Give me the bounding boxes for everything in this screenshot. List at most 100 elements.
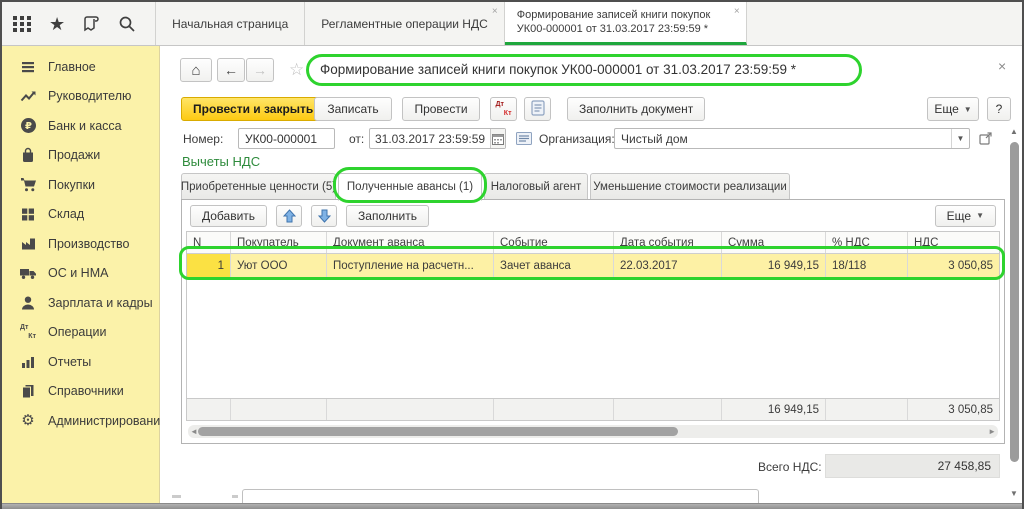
sidebar-item-operations[interactable]: ДтКт Операции xyxy=(2,318,159,348)
close-icon[interactable]: × xyxy=(734,7,740,17)
sidebar-item-purchases[interactable]: Покупки xyxy=(2,170,159,200)
grid-header-row: N Покупатель Документ аванса Событие Дат… xyxy=(187,232,999,254)
organization-select[interactable]: Чистый дом ▼ xyxy=(614,128,970,149)
scroll-down-icon[interactable]: ▼ xyxy=(1010,490,1018,498)
cell-sum: 16 949,15 xyxy=(722,254,826,278)
move-up-button[interactable] xyxy=(276,205,302,227)
date-label: от: xyxy=(349,132,364,146)
books-icon xyxy=(19,382,37,400)
column-header[interactable]: N xyxy=(187,232,231,253)
arrow-right-icon: → xyxy=(253,62,267,78)
tab-label: Регламентные операции НДС xyxy=(321,17,488,31)
tab-vat-regulated-operations[interactable]: Регламентные операции НДС × xyxy=(305,2,505,45)
vertical-scrollbar[interactable]: ▲ ▼ xyxy=(1008,126,1021,498)
truck-icon xyxy=(19,264,37,282)
post-and-close-button[interactable]: Провести и закрыть xyxy=(181,97,325,121)
history-icon[interactable] xyxy=(81,14,101,34)
sidebar-item-sales[interactable]: Продажи xyxy=(2,141,159,171)
column-header[interactable]: НДС xyxy=(908,232,999,253)
sidebar-item-warehouse[interactable]: Склад xyxy=(2,200,159,230)
column-header[interactable]: Покупатель xyxy=(231,232,327,253)
cart-icon xyxy=(19,176,37,194)
scrollbar-thumb[interactable] xyxy=(1010,142,1019,462)
arrow-left-icon: ← xyxy=(224,62,238,78)
apps-grid-icon[interactable] xyxy=(12,13,33,34)
column-header[interactable]: Документ аванса xyxy=(327,232,494,253)
clipped-text-fragment xyxy=(172,495,181,498)
sidebar-item-bank-cash[interactable]: ₽ Банк и касса xyxy=(2,111,159,141)
horizontal-scrollbar[interactable]: ◄ ► xyxy=(188,425,998,438)
close-icon[interactable]: × xyxy=(492,7,498,17)
scroll-left-icon[interactable]: ◄ xyxy=(190,427,198,436)
chevron-down-icon: ▼ xyxy=(964,105,972,114)
barchart-icon xyxy=(19,353,37,371)
document-structure-button[interactable] xyxy=(524,97,551,121)
tab-received-advances[interactable]: Полученные авансы (1) xyxy=(338,173,482,201)
cell-vat-rate: 18/118 xyxy=(826,254,908,278)
number-input[interactable] xyxy=(238,128,335,149)
search-icon[interactable] xyxy=(117,14,137,34)
menu-icon xyxy=(19,58,37,76)
vat-total-label: Всего НДС: xyxy=(758,460,822,474)
tab-purchase-book-document[interactable]: Формирование записей книги покупок УК00-… xyxy=(505,2,747,45)
sidebar-item-production[interactable]: Производство xyxy=(2,229,159,259)
dtkt-icon: ДтКт xyxy=(496,101,512,117)
sidebar-item-fixed-assets[interactable]: ОС и НМА xyxy=(2,259,159,289)
sidebar: Главное Руководителю ₽ Банк и касса Прод… xyxy=(2,46,160,505)
scroll-up-icon[interactable]: ▲ xyxy=(1010,128,1018,136)
save-button[interactable]: Записать xyxy=(314,97,392,121)
data-grid: N Покупатель Документ аванса Событие Дат… xyxy=(186,231,1000,421)
back-button[interactable]: ← xyxy=(217,58,245,82)
show-postings-button[interactable]: ДтКт xyxy=(490,97,517,121)
calendar-icon[interactable] xyxy=(490,129,505,148)
more-button[interactable]: Еще▼ xyxy=(927,97,979,121)
cell-advance-doc: Поступление на расчетн... xyxy=(327,254,494,278)
help-button[interactable]: ? xyxy=(987,97,1011,121)
top-tab-bar: ★ Начальная страница Регламентные операц… xyxy=(2,2,1022,46)
sidebar-item-label: Производство xyxy=(48,237,130,251)
table-row[interactable]: 1 Уют ООО Поступление на расчетн... Заче… xyxy=(187,254,999,278)
organization-value: Чистый дом xyxy=(615,132,951,146)
cell-n: 1 xyxy=(187,254,231,278)
chevron-down-icon[interactable]: ▼ xyxy=(951,129,969,148)
sidebar-item-main[interactable]: Главное xyxy=(2,52,159,82)
sidebar-item-manager[interactable]: Руководителю xyxy=(2,82,159,112)
column-header[interactable]: Сумма xyxy=(722,232,826,253)
date-input[interactable]: 31.03.2017 23:59:59 xyxy=(369,128,506,149)
tab-tax-agent[interactable]: Налоговый агент xyxy=(484,173,588,200)
document-icon xyxy=(531,100,545,119)
column-header[interactable]: % НДС xyxy=(826,232,908,253)
list-icon[interactable] xyxy=(514,130,533,147)
open-link-icon[interactable] xyxy=(976,130,994,147)
forward-button[interactable]: → xyxy=(246,58,274,82)
close-icon[interactable]: × xyxy=(998,59,1006,73)
tab-home-page[interactable]: Начальная страница xyxy=(155,2,305,45)
totals-sum: 16 949,15 xyxy=(722,399,826,420)
scroll-right-icon[interactable]: ► xyxy=(988,427,996,436)
sidebar-item-directories[interactable]: Справочники xyxy=(2,377,159,407)
sidebar-item-label: Зарплата и кадры xyxy=(48,296,153,310)
fill-document-button[interactable]: Заполнить документ xyxy=(567,97,705,121)
arrow-up-icon xyxy=(283,209,296,223)
tab-label: Формирование записей книги покупок УК00-… xyxy=(517,8,711,36)
post-button[interactable]: Провести xyxy=(402,97,480,121)
tab-acquired-values[interactable]: Приобретенные ценности (5) xyxy=(181,173,336,200)
tab-sale-cost-reduction[interactable]: Уменьшение стоимости реализации xyxy=(590,173,790,200)
cell-event: Зачет аванса xyxy=(494,254,614,278)
grid-toolbar: Добавить Заполнить Еще▼ xyxy=(186,200,1000,231)
favorite-star-icon[interactable]: ☆ xyxy=(289,61,304,78)
move-down-button[interactable] xyxy=(311,205,337,227)
fill-button[interactable]: Заполнить xyxy=(346,205,429,227)
home-button[interactable]: ⌂ xyxy=(180,58,212,82)
sidebar-item-reports[interactable]: Отчеты xyxy=(2,347,159,377)
sidebar-item-payroll-hr[interactable]: Зарплата и кадры xyxy=(2,288,159,318)
grid-more-button[interactable]: Еще▼ xyxy=(935,205,996,227)
favorites-star-icon[interactable]: ★ xyxy=(49,15,65,33)
sidebar-item-administration[interactable]: ⚙ Администрирование xyxy=(2,406,159,436)
column-header[interactable]: Дата события xyxy=(614,232,722,253)
scrollbar-thumb[interactable] xyxy=(198,427,678,436)
chevron-down-icon: ▼ xyxy=(976,211,984,220)
add-row-button[interactable]: Добавить xyxy=(190,205,267,227)
dtkt-icon: ДтКт xyxy=(19,323,37,341)
column-header[interactable]: Событие xyxy=(494,232,614,253)
